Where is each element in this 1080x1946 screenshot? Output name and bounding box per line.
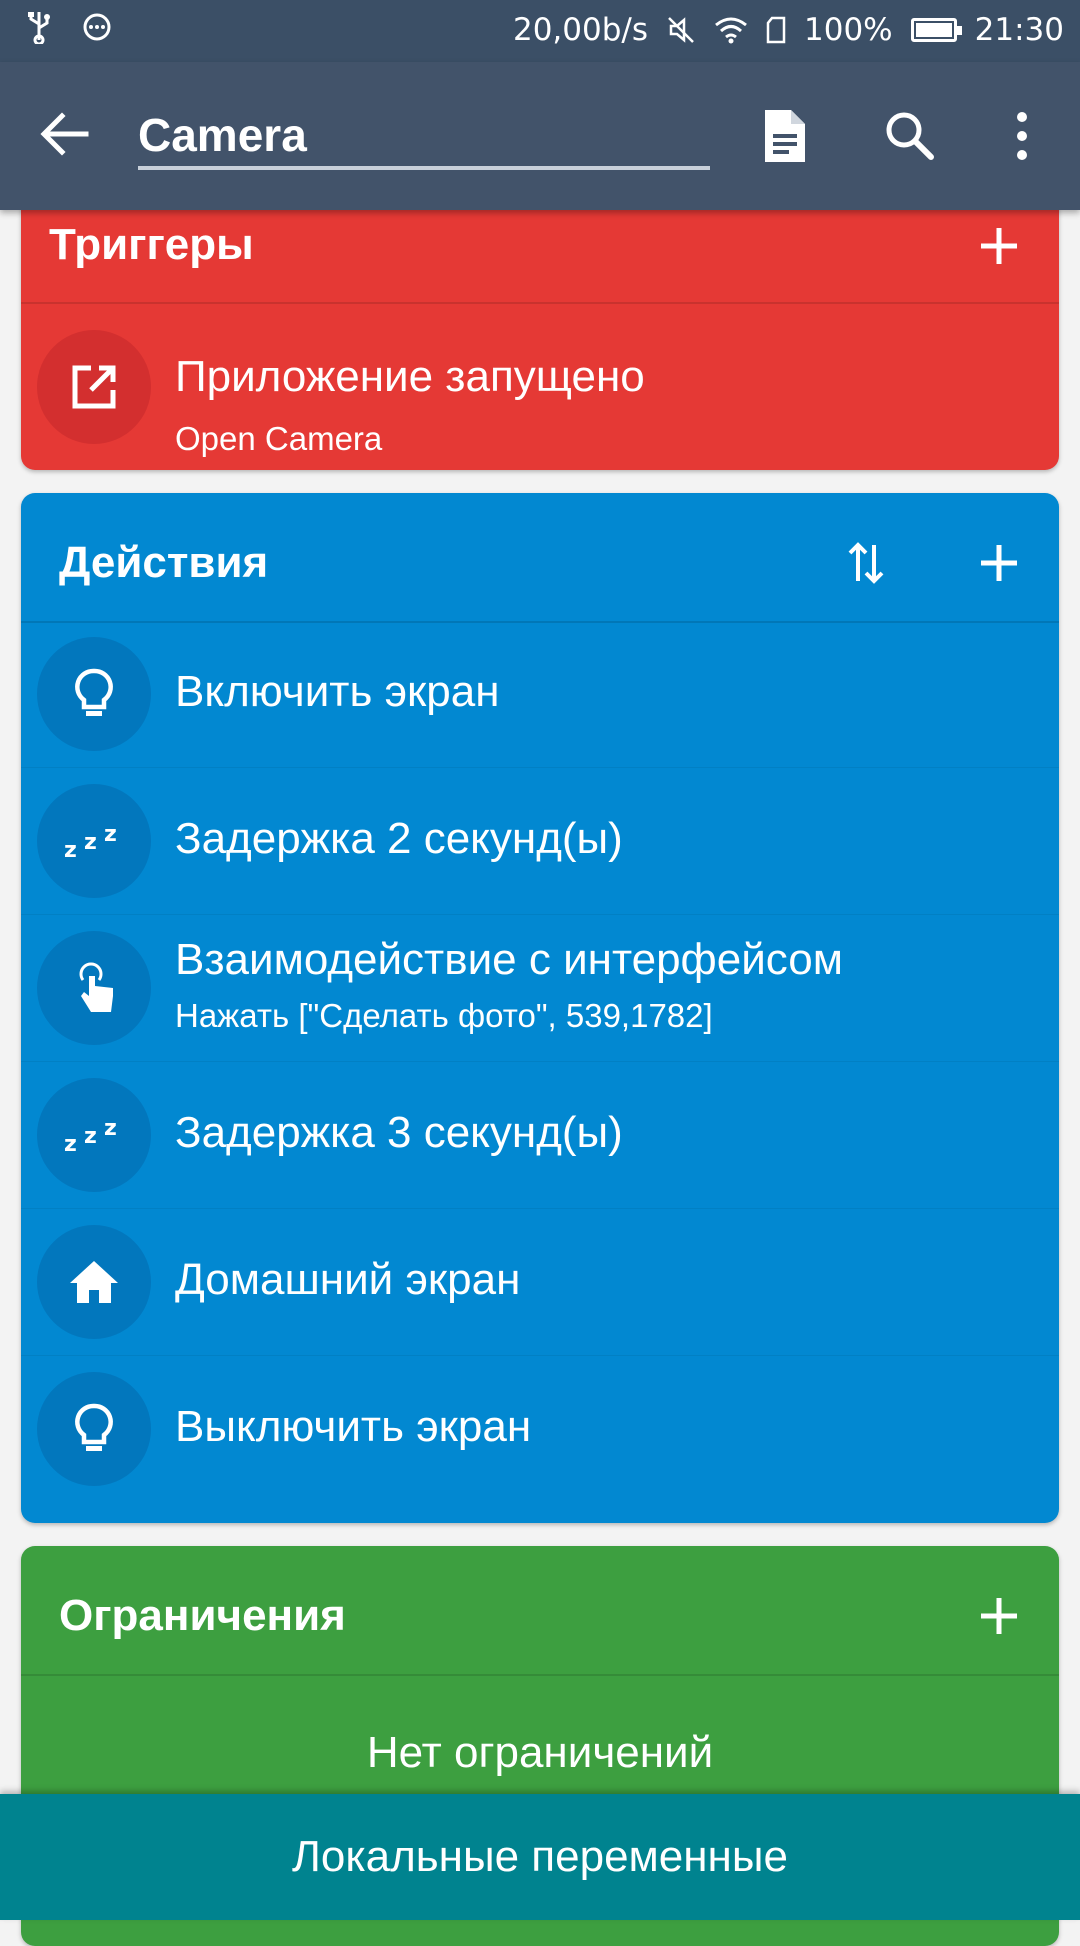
overflow-menu-button[interactable]: [992, 106, 1052, 166]
action-subtitle: Нажать ["Сделать фото", 539,1782]: [175, 997, 713, 1034]
log-button[interactable]: [755, 106, 815, 166]
action-title: Домашний экран: [175, 1255, 521, 1304]
swap-vert-icon: [848, 542, 884, 584]
plus-icon: [981, 1598, 1017, 1634]
svg-text:z: z: [64, 838, 77, 861]
clock: 21:30: [974, 12, 1064, 48]
usb-icon: [26, 10, 52, 44]
touch-hand-icon: [37, 931, 151, 1045]
svg-text:z: z: [104, 1116, 117, 1141]
plus-icon: [981, 545, 1017, 581]
more-vert-icon: [1017, 112, 1027, 160]
action-title: Включить экран: [175, 667, 500, 716]
add-action-button[interactable]: [969, 533, 1029, 593]
sleep-zzz-icon: zzz: [37, 1078, 151, 1192]
action-item[interactable]: Взаимодействие с интерфейсом Нажать ["Сд…: [21, 915, 1059, 1062]
trigger-item[interactable]: Приложение запущено Open Camera: [21, 312, 1059, 470]
wifi-icon: [714, 16, 748, 44]
action-item[interactable]: Выключить экран: [21, 1356, 1059, 1502]
svg-text:z: z: [64, 1132, 77, 1155]
add-trigger-button[interactable]: [969, 216, 1029, 276]
svg-text:z: z: [84, 830, 97, 855]
search-icon: [886, 112, 934, 160]
add-constraint-button[interactable]: [969, 1586, 1029, 1646]
action-title: Взаимодействие с интерфейсом: [175, 935, 844, 984]
no-constraints-text: Нет ограничений: [366, 1728, 714, 1777]
constraints-title: Ограничения: [59, 1591, 346, 1640]
action-item[interactable]: zzz Задержка 3 секунд(ы): [21, 1062, 1059, 1209]
svg-text:z: z: [104, 822, 117, 847]
search-button[interactable]: [880, 106, 940, 166]
svg-text:z: z: [84, 1124, 97, 1149]
document-icon: [765, 110, 805, 162]
local-variables-button[interactable]: Локальные переменные: [0, 1794, 1080, 1920]
macro-name-input[interactable]: Camera: [138, 104, 710, 170]
actions-header: Действия: [21, 493, 1059, 623]
mute-icon: [666, 15, 696, 45]
lightbulb-icon: [37, 637, 151, 751]
home-icon: [37, 1225, 151, 1339]
actions-title: Действия: [59, 538, 269, 587]
battery-percent: 100%: [804, 12, 893, 48]
battery-icon: [910, 18, 962, 42]
open-external-icon: [37, 330, 151, 444]
action-title: Задержка 3 секунд(ы): [175, 1108, 623, 1157]
plus-icon: [981, 228, 1017, 264]
network-speed: 20,00b/s: [512, 12, 649, 48]
triggers-title: Триггеры: [49, 220, 254, 269]
back-button[interactable]: [34, 102, 98, 166]
reorder-actions-button[interactable]: [836, 533, 896, 593]
action-title: Задержка 2 секунд(ы): [175, 814, 623, 863]
action-item[interactable]: Домашний экран: [21, 1209, 1059, 1356]
action-title: Выключить экран: [175, 1402, 532, 1451]
more-notifications-icon: [82, 12, 112, 42]
action-item[interactable]: zzz Задержка 2 секунд(ы): [21, 768, 1059, 915]
trigger-subtitle: Open Camera: [175, 420, 383, 457]
actions-card: Действия Включить экран zzz Задержка 2 с…: [21, 493, 1059, 1523]
lightbulb-icon: [37, 1372, 151, 1486]
constraints-header: Ограничения: [21, 1546, 1059, 1676]
status-bar: 20,00b/s 100% 21:30: [0, 0, 1080, 62]
sleep-zzz-icon: zzz: [37, 784, 151, 898]
app-bar: Camera: [0, 62, 1080, 210]
action-item[interactable]: Включить экран: [21, 621, 1059, 768]
arrow-back-icon: [40, 112, 89, 156]
trigger-title: Приложение запущено: [175, 352, 645, 401]
sim-icon: [766, 16, 786, 44]
